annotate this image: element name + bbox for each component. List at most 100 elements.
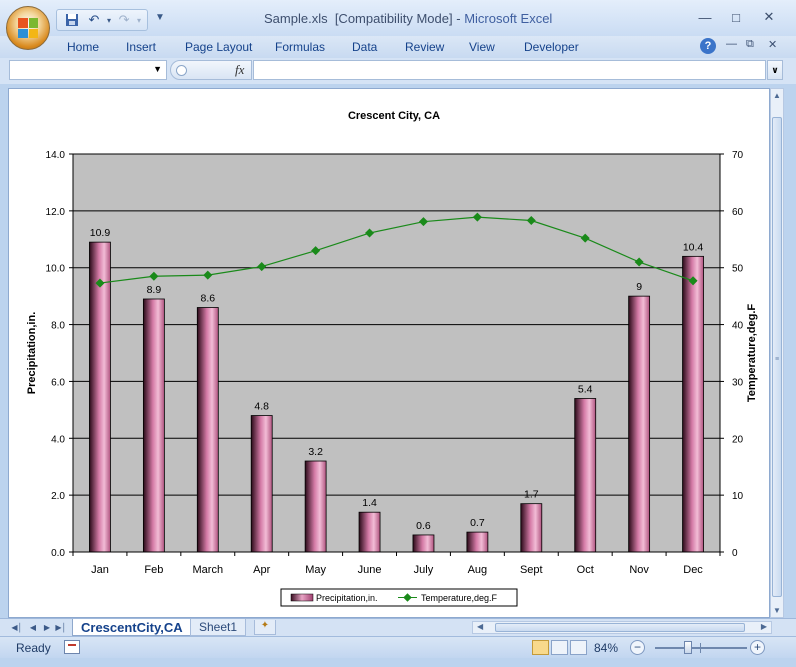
y-left-tick-label: 8.0 <box>51 321 65 332</box>
scroll-down-icon[interactable]: ▼ <box>773 606 781 615</box>
normal-view-button[interactable] <box>532 640 549 655</box>
precipitation-bar <box>520 503 543 553</box>
next-sheet-icon[interactable]: ▶ <box>40 621 54 634</box>
x-tick-label: Sept <box>520 564 543 576</box>
y-axis-right-title: Temperature,deg.F <box>746 304 758 402</box>
redo-icon[interactable]: ↷ <box>115 11 133 29</box>
tab-developer[interactable]: Developer <box>524 40 579 54</box>
y-left-tick-label: 4.0 <box>51 434 65 445</box>
precipitation-bar <box>628 295 651 553</box>
sheet-tabs-bar: ◀│ ◀ ▶ ▶│ CrescentCity,CA Sheet1 ✦ ◀ ▶ <box>0 618 796 636</box>
undo-icon[interactable]: ↶ <box>85 11 103 29</box>
precipitation-data-label: 1.4 <box>362 497 377 509</box>
macro-record-icon[interactable] <box>64 640 80 654</box>
chart-title: Crescent City, CA <box>348 110 440 122</box>
x-tick-label: Dec <box>683 564 703 576</box>
x-tick-label: Aug <box>468 564 488 576</box>
x-tick-label: May <box>305 564 326 576</box>
undo-dropdown-icon[interactable]: ▾ <box>107 16 111 25</box>
vertical-scrollbar[interactable]: ▲ ≡ ▼ <box>770 88 784 618</box>
close-icon[interactable]: ✕ <box>756 7 782 27</box>
x-tick-label: Nov <box>629 564 649 576</box>
zoom-level[interactable]: 84% <box>594 641 618 655</box>
tab-formulas[interactable]: Formulas <box>275 40 325 54</box>
precipitation-bar <box>358 511 381 553</box>
customize-qat-icon[interactable]: ▼ <box>155 12 165 23</box>
chart-sheet[interactable]: Crescent City, CA 10.9 8.9 8.6 4.8 3.2 1.4 0.6… <box>8 88 770 618</box>
precipitation-bar <box>574 398 597 553</box>
chart-legend[interactable]: Precipitation,in. Temperature,deg.F <box>280 588 518 607</box>
chart[interactable]: Crescent City, CA 10.9 8.9 8.6 4.8 3.2 1.4 0.6… <box>9 89 769 617</box>
formula-resize-icon[interactable] <box>176 65 187 76</box>
status-bar: Ready 84% − + <box>0 636 796 658</box>
formula-buttons: fx <box>170 60 252 80</box>
legend-label-precipitation: Precipitation,in. <box>316 593 378 603</box>
y-right-tick-label: 0 <box>732 548 738 559</box>
x-tick-label: Oct <box>577 564 594 576</box>
page-layout-view-button[interactable] <box>551 640 568 655</box>
minimize-icon[interactable]: — <box>692 7 718 27</box>
prev-sheet-icon[interactable]: ◀ <box>26 621 40 634</box>
precipitation-bar <box>250 415 273 553</box>
y-right-tick-label: 10 <box>732 491 744 502</box>
sheet-tab-crescentcity[interactable]: CrescentCity,CA <box>72 619 192 636</box>
formula-input[interactable] <box>253 60 766 80</box>
tab-insert[interactable]: Insert <box>126 40 156 54</box>
horizontal-scrollbar[interactable]: ◀ ▶ <box>472 621 772 634</box>
vertical-scroll-thumb[interactable]: ≡ <box>772 117 782 597</box>
ribbon-minimize-icon[interactable]: — <box>726 38 737 50</box>
office-button[interactable] <box>6 6 50 50</box>
sheet-tab-sheet1[interactable]: Sheet1 <box>190 619 247 636</box>
name-box[interactable]: ▼ <box>9 60 167 80</box>
y-right-tick-label: 20 <box>732 434 744 445</box>
name-box-dropdown-icon[interactable]: ▼ <box>153 64 162 74</box>
redo-dropdown-icon[interactable]: ▾ <box>137 16 141 25</box>
ribbon-restore-icon[interactable]: ⧉ <box>746 38 754 51</box>
zoom-slider-track[interactable] <box>655 647 747 649</box>
tab-review[interactable]: Review <box>405 40 444 54</box>
scroll-up-icon[interactable]: ▲ <box>773 91 781 100</box>
precipitation-data-label: 10.4 <box>683 241 704 253</box>
x-tick-label: Apr <box>253 564 270 576</box>
zoom-out-button[interactable]: − <box>630 640 645 655</box>
horizontal-scroll-thumb[interactable] <box>495 623 745 632</box>
quick-access-toolbar: ↶ ▾ ↷ ▾ <box>56 9 149 31</box>
precipitation-bar <box>142 298 165 553</box>
tab-page-layout[interactable]: Page Layout <box>185 40 252 54</box>
tab-view[interactable]: View <box>469 40 495 54</box>
y-left-tick-label: 12.0 <box>46 207 66 218</box>
precipitation-data-label: 9 <box>636 281 642 293</box>
window-bottom-border <box>0 658 796 667</box>
legend-swatch-precipitation <box>290 593 314 602</box>
precipitation-data-label: 5.4 <box>578 383 593 395</box>
formula-bar: ▼ fx ∨ <box>0 58 796 84</box>
last-sheet-icon[interactable]: ▶│ <box>54 621 68 634</box>
insert-function-button[interactable]: fx <box>235 62 244 78</box>
ribbon-close-icon[interactable]: ✕ <box>768 38 777 51</box>
maximize-icon[interactable]: □ <box>723 7 749 27</box>
precipitation-data-label: 3.2 <box>308 446 323 458</box>
precipitation-bar <box>466 531 489 553</box>
expand-formula-bar-icon[interactable]: ∨ <box>767 60 783 80</box>
precipitation-data-label: 8.9 <box>147 284 162 296</box>
save-icon[interactable] <box>63 11 81 29</box>
first-sheet-icon[interactable]: ◀│ <box>10 621 24 634</box>
scroll-right-icon[interactable]: ▶ <box>761 622 767 631</box>
help-icon[interactable]: ? <box>700 38 716 54</box>
y-left-tick-label: 0.0 <box>51 548 65 559</box>
precipitation-data-label: 1.7 <box>524 489 539 501</box>
title-bar: ↶ ▾ ↷ ▾ ▼ Sample.xls [Compatibility Mode… <box>0 0 796 36</box>
precipitation-bar <box>304 460 327 553</box>
zoom-slider-center-mark <box>700 643 701 653</box>
insert-sheet-icon[interactable]: ✦ <box>254 620 276 635</box>
tab-home[interactable]: Home <box>67 40 99 54</box>
zoom-in-button[interactable]: + <box>750 640 765 655</box>
tab-data[interactable]: Data <box>352 40 377 54</box>
scroll-left-icon[interactable]: ◀ <box>477 622 483 631</box>
y-left-tick-label: 6.0 <box>51 377 65 388</box>
zoom-slider-thumb[interactable] <box>684 641 692 654</box>
precipitation-bar <box>682 255 704 553</box>
precipitation-data-label: 0.6 <box>416 520 431 532</box>
precipitation-bar <box>196 307 219 553</box>
page-break-view-button[interactable] <box>570 640 587 655</box>
